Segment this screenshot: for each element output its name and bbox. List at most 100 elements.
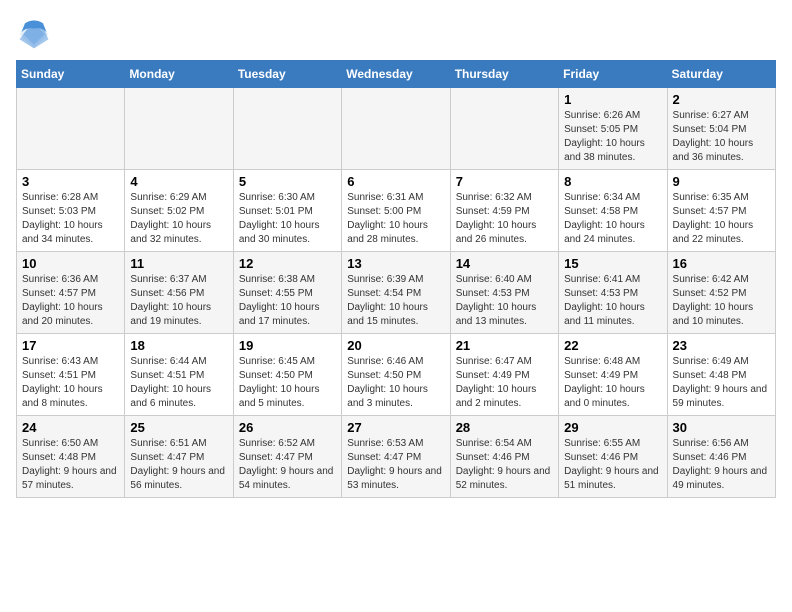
day-info: Sunrise: 6:27 AM Sunset: 5:04 PM Dayligh… (673, 109, 770, 165)
day-number: 7 (456, 174, 553, 189)
day-header-sunday: Sunday (17, 61, 125, 88)
day-info: Sunrise: 6:35 AM Sunset: 4:57 PM Dayligh… (673, 191, 770, 247)
calendar-cell: 14Sunrise: 6:40 AM Sunset: 4:53 PM Dayli… (450, 252, 558, 334)
day-number: 13 (347, 256, 444, 271)
calendar-cell: 7Sunrise: 6:32 AM Sunset: 4:59 PM Daylig… (450, 170, 558, 252)
calendar-cell (450, 88, 558, 170)
day-info: Sunrise: 6:43 AM Sunset: 4:51 PM Dayligh… (22, 355, 119, 411)
day-header-tuesday: Tuesday (233, 61, 341, 88)
day-number: 22 (564, 338, 661, 353)
calendar-cell: 9 Sunrise: 6:35 AM Sunset: 4:57 PM Daylig… (667, 170, 775, 252)
day-info: Sunrise: 6:30 AM Sunset: 5:01 PM Dayligh… (239, 191, 336, 247)
calendar-cell: 19Sunrise: 6:45 AM Sunset: 4:50 PM Dayli… (233, 334, 341, 416)
day-info: Sunrise: 6:50 AM Sunset: 4:48 PM Dayligh… (22, 437, 119, 493)
week-row: 3Sunrise: 6:28 AM Sunset: 5:03 PM Daylig… (17, 170, 776, 252)
day-info: Sunrise: 6:48 AM Sunset: 4:49 PM Dayligh… (564, 355, 661, 411)
day-number: 4 (130, 174, 227, 189)
day-number: 28 (456, 420, 553, 435)
calendar-cell: 27 Sunrise: 6:53 AM Sunset: 4:47 PM Dayli… (342, 416, 450, 498)
week-row: 1Sunrise: 6:26 AM Sunset: 5:05 PM Daylig… (17, 88, 776, 170)
day-info: Sunrise: 6:47 AM Sunset: 4:49 PM Dayligh… (456, 355, 553, 411)
day-number: 29 (564, 420, 661, 435)
day-info: Sunrise: 6:34 AM Sunset: 4:58 PM Dayligh… (564, 191, 661, 247)
day-number: 11 (130, 256, 227, 271)
day-info: Sunrise: 6:49 AM Sunset: 4:48 PM Dayligh… (673, 355, 770, 411)
day-number: 1 (564, 92, 661, 107)
calendar-cell: 3Sunrise: 6:28 AM Sunset: 5:03 PM Daylig… (17, 170, 125, 252)
calendar-cell: 18 Sunrise: 6:44 AM Sunset: 4:51 PM Dayli… (125, 334, 233, 416)
calendar-cell: 17 Sunrise: 6:43 AM Sunset: 4:51 PM Dayli… (17, 334, 125, 416)
calendar-cell: 28 Sunrise: 6:54 AM Sunset: 4:46 PM Dayli… (450, 416, 558, 498)
day-info: Sunrise: 6:37 AM Sunset: 4:56 PM Dayligh… (130, 273, 227, 329)
calendar-cell (17, 88, 125, 170)
day-number: 25 (130, 420, 227, 435)
day-header-thursday: Thursday (450, 61, 558, 88)
day-header-friday: Friday (559, 61, 667, 88)
calendar-cell: 13 Sunrise: 6:39 AM Sunset: 4:54 PM Dayli… (342, 252, 450, 334)
calendar-cell: 6 Sunrise: 6:31 AM Sunset: 5:00 PM Daylig… (342, 170, 450, 252)
day-info: Sunrise: 6:51 AM Sunset: 4:47 PM Dayligh… (130, 437, 227, 493)
week-row: 24 Sunrise: 6:50 AM Sunset: 4:48 PM Dayli… (17, 416, 776, 498)
day-number: 23 (673, 338, 770, 353)
calendar-cell (342, 88, 450, 170)
day-header-monday: Monday (125, 61, 233, 88)
day-info: Sunrise: 6:54 AM Sunset: 4:46 PM Dayligh… (456, 437, 553, 493)
day-header-wednesday: Wednesday (342, 61, 450, 88)
day-number: 10 (22, 256, 119, 271)
day-number: 27 (347, 420, 444, 435)
calendar-cell: 12 Sunrise: 6:38 AM Sunset: 4:55 PM Dayli… (233, 252, 341, 334)
calendar-cell: 26 Sunrise: 6:52 AM Sunset: 4:47 PM Dayli… (233, 416, 341, 498)
day-number: 8 (564, 174, 661, 189)
day-info: Sunrise: 6:39 AM Sunset: 4:54 PM Dayligh… (347, 273, 444, 329)
header-row: SundayMondayTuesdayWednesdayThursdayFrid… (17, 61, 776, 88)
calendar-cell: 2 Sunrise: 6:27 AM Sunset: 5:04 PM Daylig… (667, 88, 775, 170)
calendar-cell: 11 Sunrise: 6:37 AM Sunset: 4:56 PM Dayli… (125, 252, 233, 334)
calendar-cell: 21 Sunrise: 6:47 AM Sunset: 4:49 PM Dayli… (450, 334, 558, 416)
day-number: 5 (239, 174, 336, 189)
day-info: Sunrise: 6:46 AM Sunset: 4:50 PM Dayligh… (347, 355, 444, 411)
day-number: 21 (456, 338, 553, 353)
calendar-cell: 20 Sunrise: 6:46 AM Sunset: 4:50 PM Dayli… (342, 334, 450, 416)
day-info: Sunrise: 6:29 AM Sunset: 5:02 PM Dayligh… (130, 191, 227, 247)
day-number: 20 (347, 338, 444, 353)
day-info: Sunrise: 6:52 AM Sunset: 4:47 PM Dayligh… (239, 437, 336, 493)
day-number: 3 (22, 174, 119, 189)
day-info: Sunrise: 6:38 AM Sunset: 4:55 PM Dayligh… (239, 273, 336, 329)
day-info: Sunrise: 6:40 AM Sunset: 4:53 PM Dayligh… (456, 273, 553, 329)
calendar-cell: 25 Sunrise: 6:51 AM Sunset: 4:47 PM Dayli… (125, 416, 233, 498)
day-number: 18 (130, 338, 227, 353)
day-number: 12 (239, 256, 336, 271)
calendar-cell: 8 Sunrise: 6:34 AM Sunset: 4:58 PM Daylig… (559, 170, 667, 252)
calendar-cell: 30 Sunrise: 6:56 AM Sunset: 4:46 PM Dayli… (667, 416, 775, 498)
day-info: Sunrise: 6:36 AM Sunset: 4:57 PM Dayligh… (22, 273, 119, 329)
calendar-cell: 23 Sunrise: 6:49 AM Sunset: 4:48 PM Dayli… (667, 334, 775, 416)
calendar-cell (233, 88, 341, 170)
day-info: Sunrise: 6:56 AM Sunset: 4:46 PM Dayligh… (673, 437, 770, 493)
day-info: Sunrise: 6:31 AM Sunset: 5:00 PM Dayligh… (347, 191, 444, 247)
calendar-cell: 24 Sunrise: 6:50 AM Sunset: 4:48 PM Dayli… (17, 416, 125, 498)
day-number: 9 (673, 174, 770, 189)
calendar-cell: 16Sunrise: 6:42 AM Sunset: 4:52 PM Dayli… (667, 252, 775, 334)
day-number: 26 (239, 420, 336, 435)
day-number: 6 (347, 174, 444, 189)
calendar-cell: 15Sunrise: 6:41 AM Sunset: 4:53 PM Dayli… (559, 252, 667, 334)
day-info: Sunrise: 6:53 AM Sunset: 4:47 PM Dayligh… (347, 437, 444, 493)
calendar-cell: 5 Sunrise: 6:30 AM Sunset: 5:01 PM Daylig… (233, 170, 341, 252)
day-info: Sunrise: 6:55 AM Sunset: 4:46 PM Dayligh… (564, 437, 661, 493)
day-number: 2 (673, 92, 770, 107)
week-row: 17 Sunrise: 6:43 AM Sunset: 4:51 PM Dayli… (17, 334, 776, 416)
page-header (16, 16, 776, 52)
day-header-saturday: Saturday (667, 61, 775, 88)
day-number: 16 (673, 256, 770, 271)
calendar-cell (125, 88, 233, 170)
logo (16, 16, 56, 52)
calendar-cell: 22 Sunrise: 6:48 AM Sunset: 4:49 PM Dayli… (559, 334, 667, 416)
day-number: 30 (673, 420, 770, 435)
day-number: 17 (22, 338, 119, 353)
calendar-cell: 29 Sunrise: 6:55 AM Sunset: 4:46 PM Dayli… (559, 416, 667, 498)
logo-icon (16, 16, 52, 52)
day-number: 24 (22, 420, 119, 435)
day-info: Sunrise: 6:44 AM Sunset: 4:51 PM Dayligh… (130, 355, 227, 411)
day-info: Sunrise: 6:45 AM Sunset: 4:50 PM Dayligh… (239, 355, 336, 411)
day-number: 15 (564, 256, 661, 271)
